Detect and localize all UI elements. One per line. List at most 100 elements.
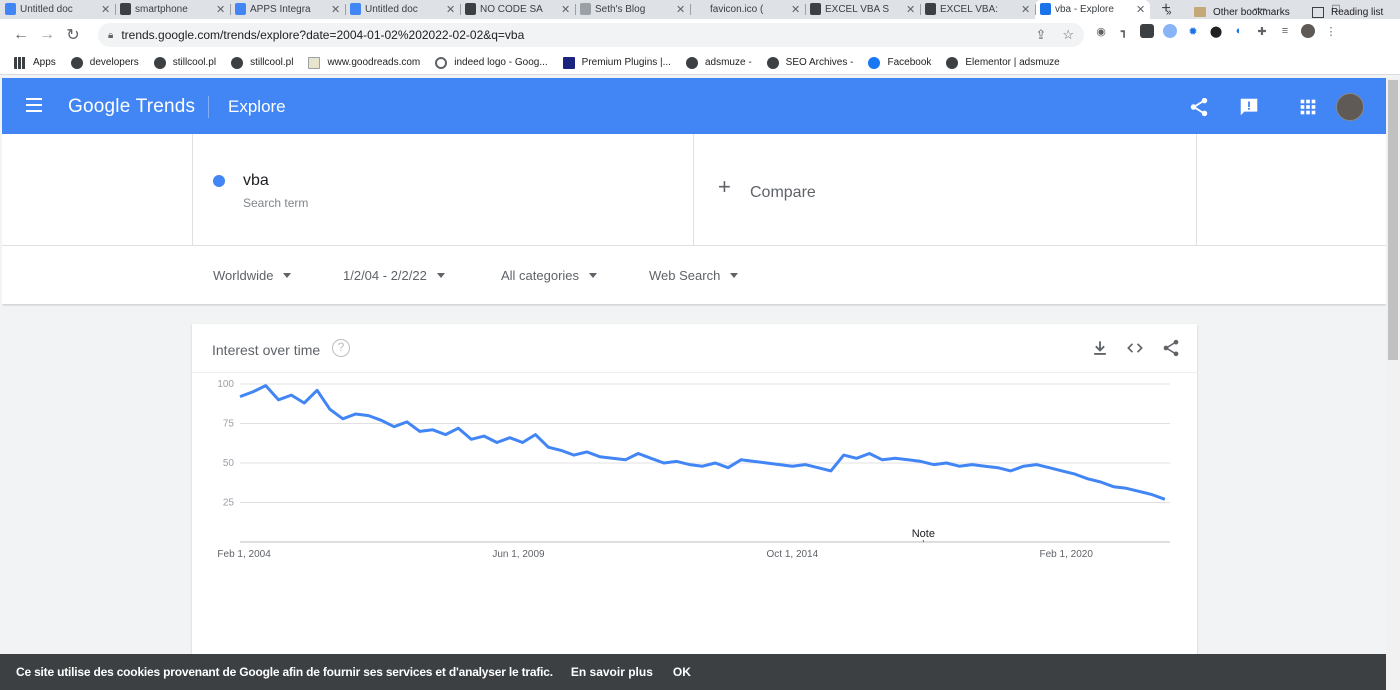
- search-property-dropdown[interactable]: Web Search: [649, 268, 739, 283]
- blue-extension-icon[interactable]: [1163, 24, 1177, 38]
- share-chart-icon[interactable]: [1161, 338, 1181, 358]
- browser-tab[interactable]: Untitled doc ✕: [0, 0, 115, 19]
- google-trends-header: Google Trends Explore: [2, 78, 1386, 134]
- tab-title: APPS Integra: [250, 4, 311, 15]
- scrollbar-thumb[interactable]: [1388, 80, 1398, 360]
- embed-code-icon[interactable]: [1125, 338, 1145, 358]
- cookie-banner: Ce site utilise des cookies provenant de…: [0, 654, 1386, 690]
- page-title: Explore: [228, 97, 286, 116]
- feedback-icon[interactable]: [1238, 96, 1260, 118]
- apps-grid-icon[interactable]: [1297, 96, 1319, 118]
- profile-avatar-icon[interactable]: [1301, 24, 1315, 38]
- folder-icon: [1194, 7, 1206, 17]
- tab-close-icon[interactable]: ✕: [676, 3, 686, 16]
- browser-tab[interactable]: APPS Integra ✕: [230, 0, 345, 19]
- tab-close-icon[interactable]: ✕: [1136, 3, 1146, 16]
- location-extension-icon[interactable]: ⬤: [1209, 24, 1223, 38]
- share-page-icon[interactable]: ⇪: [1035, 27, 1046, 43]
- tab-close-icon[interactable]: ✕: [101, 3, 111, 16]
- tab-close-icon[interactable]: ✕: [331, 3, 341, 16]
- interest-over-time-card: Interest over time ? 25 50 75 100 Feb 1, 200…: [192, 324, 1197, 690]
- ruler-extension-icon[interactable]: ┓: [1117, 24, 1131, 38]
- other-bookmarks[interactable]: Other bookmarks: [1194, 0, 1290, 24]
- tab-favicon-icon: [120, 3, 131, 15]
- cookie-ok-button[interactable]: OK: [673, 665, 691, 679]
- term-color-dot: [213, 175, 225, 187]
- bookmark-star-icon[interactable]: ☆: [1062, 27, 1074, 43]
- tab-close-icon[interactable]: ✕: [1021, 3, 1031, 16]
- dark-extension-icon[interactable]: [1140, 24, 1154, 38]
- apps-grid-icon: [14, 56, 26, 69]
- tab-favicon-icon: [1040, 3, 1051, 15]
- bookmark-item[interactable]: Apps: [14, 56, 56, 69]
- category-dropdown[interactable]: All categories: [501, 268, 598, 283]
- chrome-menu-icon[interactable]: ⋮: [1324, 24, 1338, 38]
- tab-close-icon[interactable]: ✕: [446, 3, 456, 16]
- browser-tab[interactable]: Seth's Blog ✕: [575, 0, 690, 19]
- compare-card[interactable]: + Compare: [694, 134, 1197, 246]
- globe-icon: [70, 56, 83, 69]
- back-icon[interactable]: ←: [8, 22, 34, 48]
- url-text[interactable]: trends.google.com/trends/explore?date=20…: [121, 28, 524, 42]
- grammarly-extension-icon[interactable]: ◐: [1232, 24, 1246, 38]
- tab-close-icon[interactable]: ✕: [216, 3, 226, 16]
- search-term-card[interactable]: vba Search term: [192, 134, 694, 246]
- hd-icon: [562, 56, 575, 69]
- camera-extension-icon[interactable]: ◉: [1094, 24, 1108, 38]
- reading-list[interactable]: Reading list: [1312, 0, 1383, 24]
- tab-close-icon[interactable]: ✕: [906, 3, 916, 16]
- x-tick-label: Feb 1, 2020: [1040, 549, 1094, 560]
- learn-more-link[interactable]: En savoir plus: [571, 665, 653, 679]
- puzzle-extensions-icon[interactable]: ✚: [1255, 24, 1269, 38]
- search-term[interactable]: vba: [243, 172, 269, 190]
- reading-list-icon: [1312, 6, 1324, 18]
- account-avatar[interactable]: [1336, 93, 1364, 121]
- browser-tab[interactable]: vba - Explore ✕: [1035, 0, 1150, 19]
- browser-tab[interactable]: smartphone ✕: [115, 0, 230, 19]
- tab-favicon-icon: [810, 3, 821, 15]
- search-panel: vba Search term + Compare Worldwide 1/2/…: [2, 134, 1386, 304]
- browser-tab[interactable]: EXCEL VBA S ✕: [805, 0, 920, 19]
- bookmark-item[interactable]: stillcool.pl: [231, 56, 293, 69]
- bookmark-item[interactable]: SEO Archives -: [766, 56, 853, 69]
- card-divider: [192, 372, 1197, 373]
- share-icon[interactable]: [1188, 96, 1210, 118]
- help-icon[interactable]: ?: [332, 339, 350, 357]
- caret-down-icon: [436, 273, 445, 278]
- bookmark-item[interactable]: indeed logo - Goog...: [435, 56, 548, 69]
- bookmarks-overflow-icon[interactable]: »: [1166, 0, 1172, 24]
- bookmark-item[interactable]: developers: [70, 56, 139, 69]
- browser-tab[interactable]: Untitled doc ✕: [345, 0, 460, 19]
- category-value: All categories: [501, 268, 580, 283]
- date-range-value: 1/2/04 - 2/2/22: [343, 268, 427, 283]
- reload-icon[interactable]: ↻: [60, 22, 86, 48]
- browser-tab[interactable]: favicon.ico (✕: [690, 0, 805, 19]
- tab-close-icon[interactable]: ✕: [791, 3, 801, 16]
- page-scrollbar[interactable]: [1386, 78, 1400, 690]
- gear-extension-icon[interactable]: ✹: [1186, 24, 1200, 38]
- google-icon: [435, 56, 448, 69]
- browser-tab[interactable]: EXCEL VBA: ✕: [920, 0, 1035, 19]
- compare-label[interactable]: Compare: [750, 184, 816, 202]
- date-range-dropdown[interactable]: 1/2/04 - 2/2/22: [343, 268, 445, 283]
- google-trends-logo[interactable]: Google Trends: [68, 96, 195, 118]
- browser-tab[interactable]: NO CODE SA ✕: [460, 0, 575, 19]
- bookmark-item[interactable]: Elementor | adsmuze: [946, 56, 1060, 69]
- plus-icon: +: [718, 174, 731, 199]
- bookmark-item[interactable]: www.goodreads.com: [308, 56, 420, 69]
- forward-icon[interactable]: →: [34, 22, 60, 48]
- right-spacer: [1197, 134, 1386, 246]
- omnibox[interactable]: 🔒︎ trends.google.com/trends/explore?date…: [98, 23, 1084, 47]
- tab-favicon-icon: [695, 3, 706, 15]
- tab-title: EXCEL VBA:: [940, 4, 998, 15]
- media-queue-icon[interactable]: ≡: [1278, 24, 1292, 38]
- download-csv-icon[interactable]: [1090, 338, 1110, 358]
- menu-icon[interactable]: [26, 98, 42, 112]
- bookmark-item[interactable]: adsmuze -: [685, 56, 752, 69]
- bookmark-item[interactable]: Facebook: [868, 56, 931, 69]
- region-dropdown[interactable]: Worldwide: [213, 268, 292, 283]
- bookmark-item[interactable]: stillcool.pl: [153, 56, 216, 69]
- tab-close-icon[interactable]: ✕: [561, 3, 571, 16]
- filter-bar: Worldwide 1/2/04 - 2/2/22 All categories…: [2, 246, 1386, 304]
- bookmark-item[interactable]: Premium Plugins |...: [562, 56, 671, 69]
